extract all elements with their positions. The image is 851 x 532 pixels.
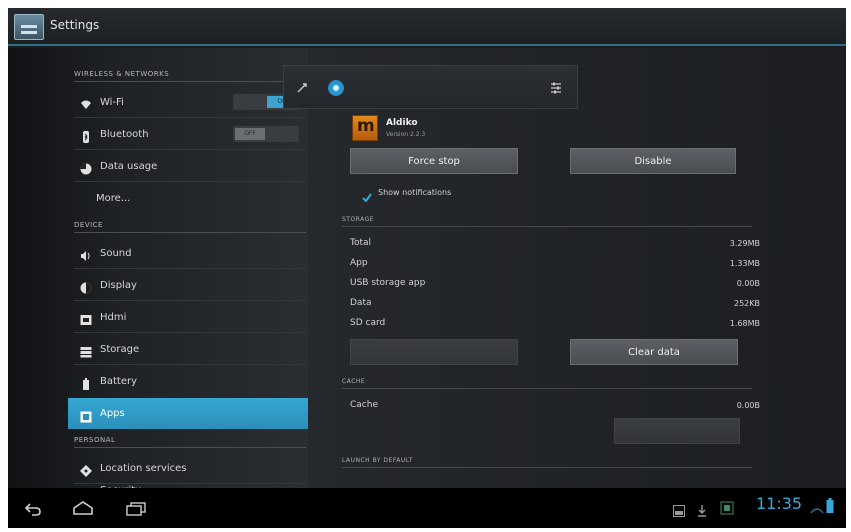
bluetooth-icon	[80, 128, 92, 143]
status-clock: 11:35	[756, 494, 803, 513]
home-icon[interactable]	[72, 500, 94, 519]
divider	[74, 364, 306, 365]
screenshot-notification-icon[interactable]	[673, 502, 685, 521]
usb-storage-icon[interactable]	[720, 500, 734, 519]
sidebar-item-label: Sound	[100, 247, 132, 259]
sidebar-item-data-usage[interactable]: Data usage	[68, 151, 308, 181]
sidebar-item-sound[interactable]: Sound	[68, 238, 308, 268]
sidebar-item-apps[interactable]: Apps	[68, 398, 308, 429]
recent-apps-icon[interactable]	[126, 501, 146, 520]
storage-row-value: 0.00B	[736, 279, 760, 288]
bluetooth-toggle-state: OFF	[235, 128, 265, 140]
battery-icon	[80, 375, 92, 390]
app-name: Aldiko	[386, 118, 418, 128]
location-icon	[80, 462, 92, 477]
details-pane-background	[308, 48, 846, 488]
clear-cache-button[interactable]	[614, 418, 740, 444]
storage-row-value: 1.33MB	[729, 259, 760, 268]
section-header-wireless: WIRELESS & NETWORKS	[74, 70, 306, 82]
hdmi-icon	[80, 311, 92, 325]
show-notifications-checkbox[interactable]	[362, 188, 372, 203]
android-screen: Settings WIRELESS & NETWORKS Wi-Fi ON Bl…	[8, 8, 846, 528]
sidebar-item-label: Wi-Fi	[100, 96, 124, 108]
clear-data-button[interactable]: Clear data	[570, 339, 738, 365]
apps-icon	[80, 408, 92, 422]
storage-icon	[80, 343, 92, 358]
divider	[74, 181, 306, 182]
sidebar-item-storage[interactable]: Storage	[68, 334, 308, 364]
storage-row-value: 1.68MB	[729, 319, 760, 328]
battery-status-icon	[826, 498, 834, 518]
sidebar-item-location-services[interactable]: Location services	[68, 453, 308, 483]
divider	[74, 149, 306, 150]
storage-row-value: 252KB	[733, 299, 760, 308]
settings-app-icon[interactable]	[14, 14, 44, 40]
section-header-device: DEVICE	[74, 221, 306, 233]
sound-icon	[80, 247, 92, 261]
sidebar-item-label: Apps	[100, 408, 125, 419]
divider	[74, 483, 306, 484]
download-notification-icon[interactable]	[697, 502, 707, 521]
force-stop-button[interactable]: Force stop	[350, 148, 518, 174]
storage-row-label: App	[350, 258, 368, 268]
divider	[74, 300, 306, 301]
show-notifications-label: Show notifications	[378, 188, 452, 197]
sidebar-item-label: More...	[96, 192, 131, 204]
action-bar: Settings	[8, 8, 846, 46]
bluetooth-toggle[interactable]: OFF	[233, 126, 299, 142]
sidebar-item-more[interactable]: More...	[68, 183, 308, 213]
sidebar-item-label: Hdmi	[100, 311, 127, 323]
sidebar-item-display[interactable]: Display	[68, 270, 308, 300]
storage-header: STORAGE	[342, 216, 752, 227]
sidebar-item-label: Battery	[100, 375, 138, 387]
section-header-personal: PERSONAL	[74, 436, 306, 448]
cache-label: Cache	[350, 400, 378, 410]
wifi-icon	[80, 96, 92, 109]
storage-row-value: 3.29MB	[729, 239, 760, 248]
rotation-lock-icon[interactable]	[296, 80, 310, 94]
back-icon[interactable]	[24, 501, 42, 520]
quick-controls-overlay	[283, 65, 578, 109]
launch-by-default-header: LAUNCH BY DEFAULT	[342, 457, 752, 468]
action-bar-title: Settings	[50, 18, 100, 32]
move-storage-button[interactable]	[350, 339, 518, 365]
sidebar-item-label: Bluetooth	[100, 128, 149, 140]
storage-row-label: SD card	[350, 318, 386, 328]
aldiko-app-icon	[352, 115, 378, 141]
disable-button[interactable]: Disable	[570, 148, 736, 174]
cache-value: 0.00B	[736, 401, 760, 410]
sidebar-item-hdmi[interactable]: Hdmi	[68, 302, 308, 332]
sidebar-item-label: Location services	[100, 462, 187, 474]
divider	[74, 117, 306, 118]
divider	[74, 332, 306, 333]
storage-row-label: USB storage app	[350, 278, 426, 288]
app-version: Version 2.2.3	[386, 131, 426, 138]
settings-sliders-icon[interactable]	[548, 80, 564, 96]
sidebar-item-label: Data usage	[100, 160, 158, 172]
device-frame: Settings WIRELESS & NETWORKS Wi-Fi ON Bl…	[0, 0, 851, 532]
data-usage-icon	[80, 160, 92, 175]
sidebar-item-label: Storage	[100, 343, 140, 355]
brightness-icon[interactable]	[328, 80, 344, 96]
cache-header: CACHE	[342, 378, 752, 389]
storage-row-label: Data	[350, 298, 372, 308]
sidebar-item-label: Display	[100, 279, 137, 291]
display-icon	[80, 279, 92, 294]
divider	[74, 268, 306, 269]
sidebar-item-battery[interactable]: Battery	[68, 366, 308, 396]
storage-row-label: Total	[350, 238, 372, 248]
signal-icon	[810, 499, 824, 519]
